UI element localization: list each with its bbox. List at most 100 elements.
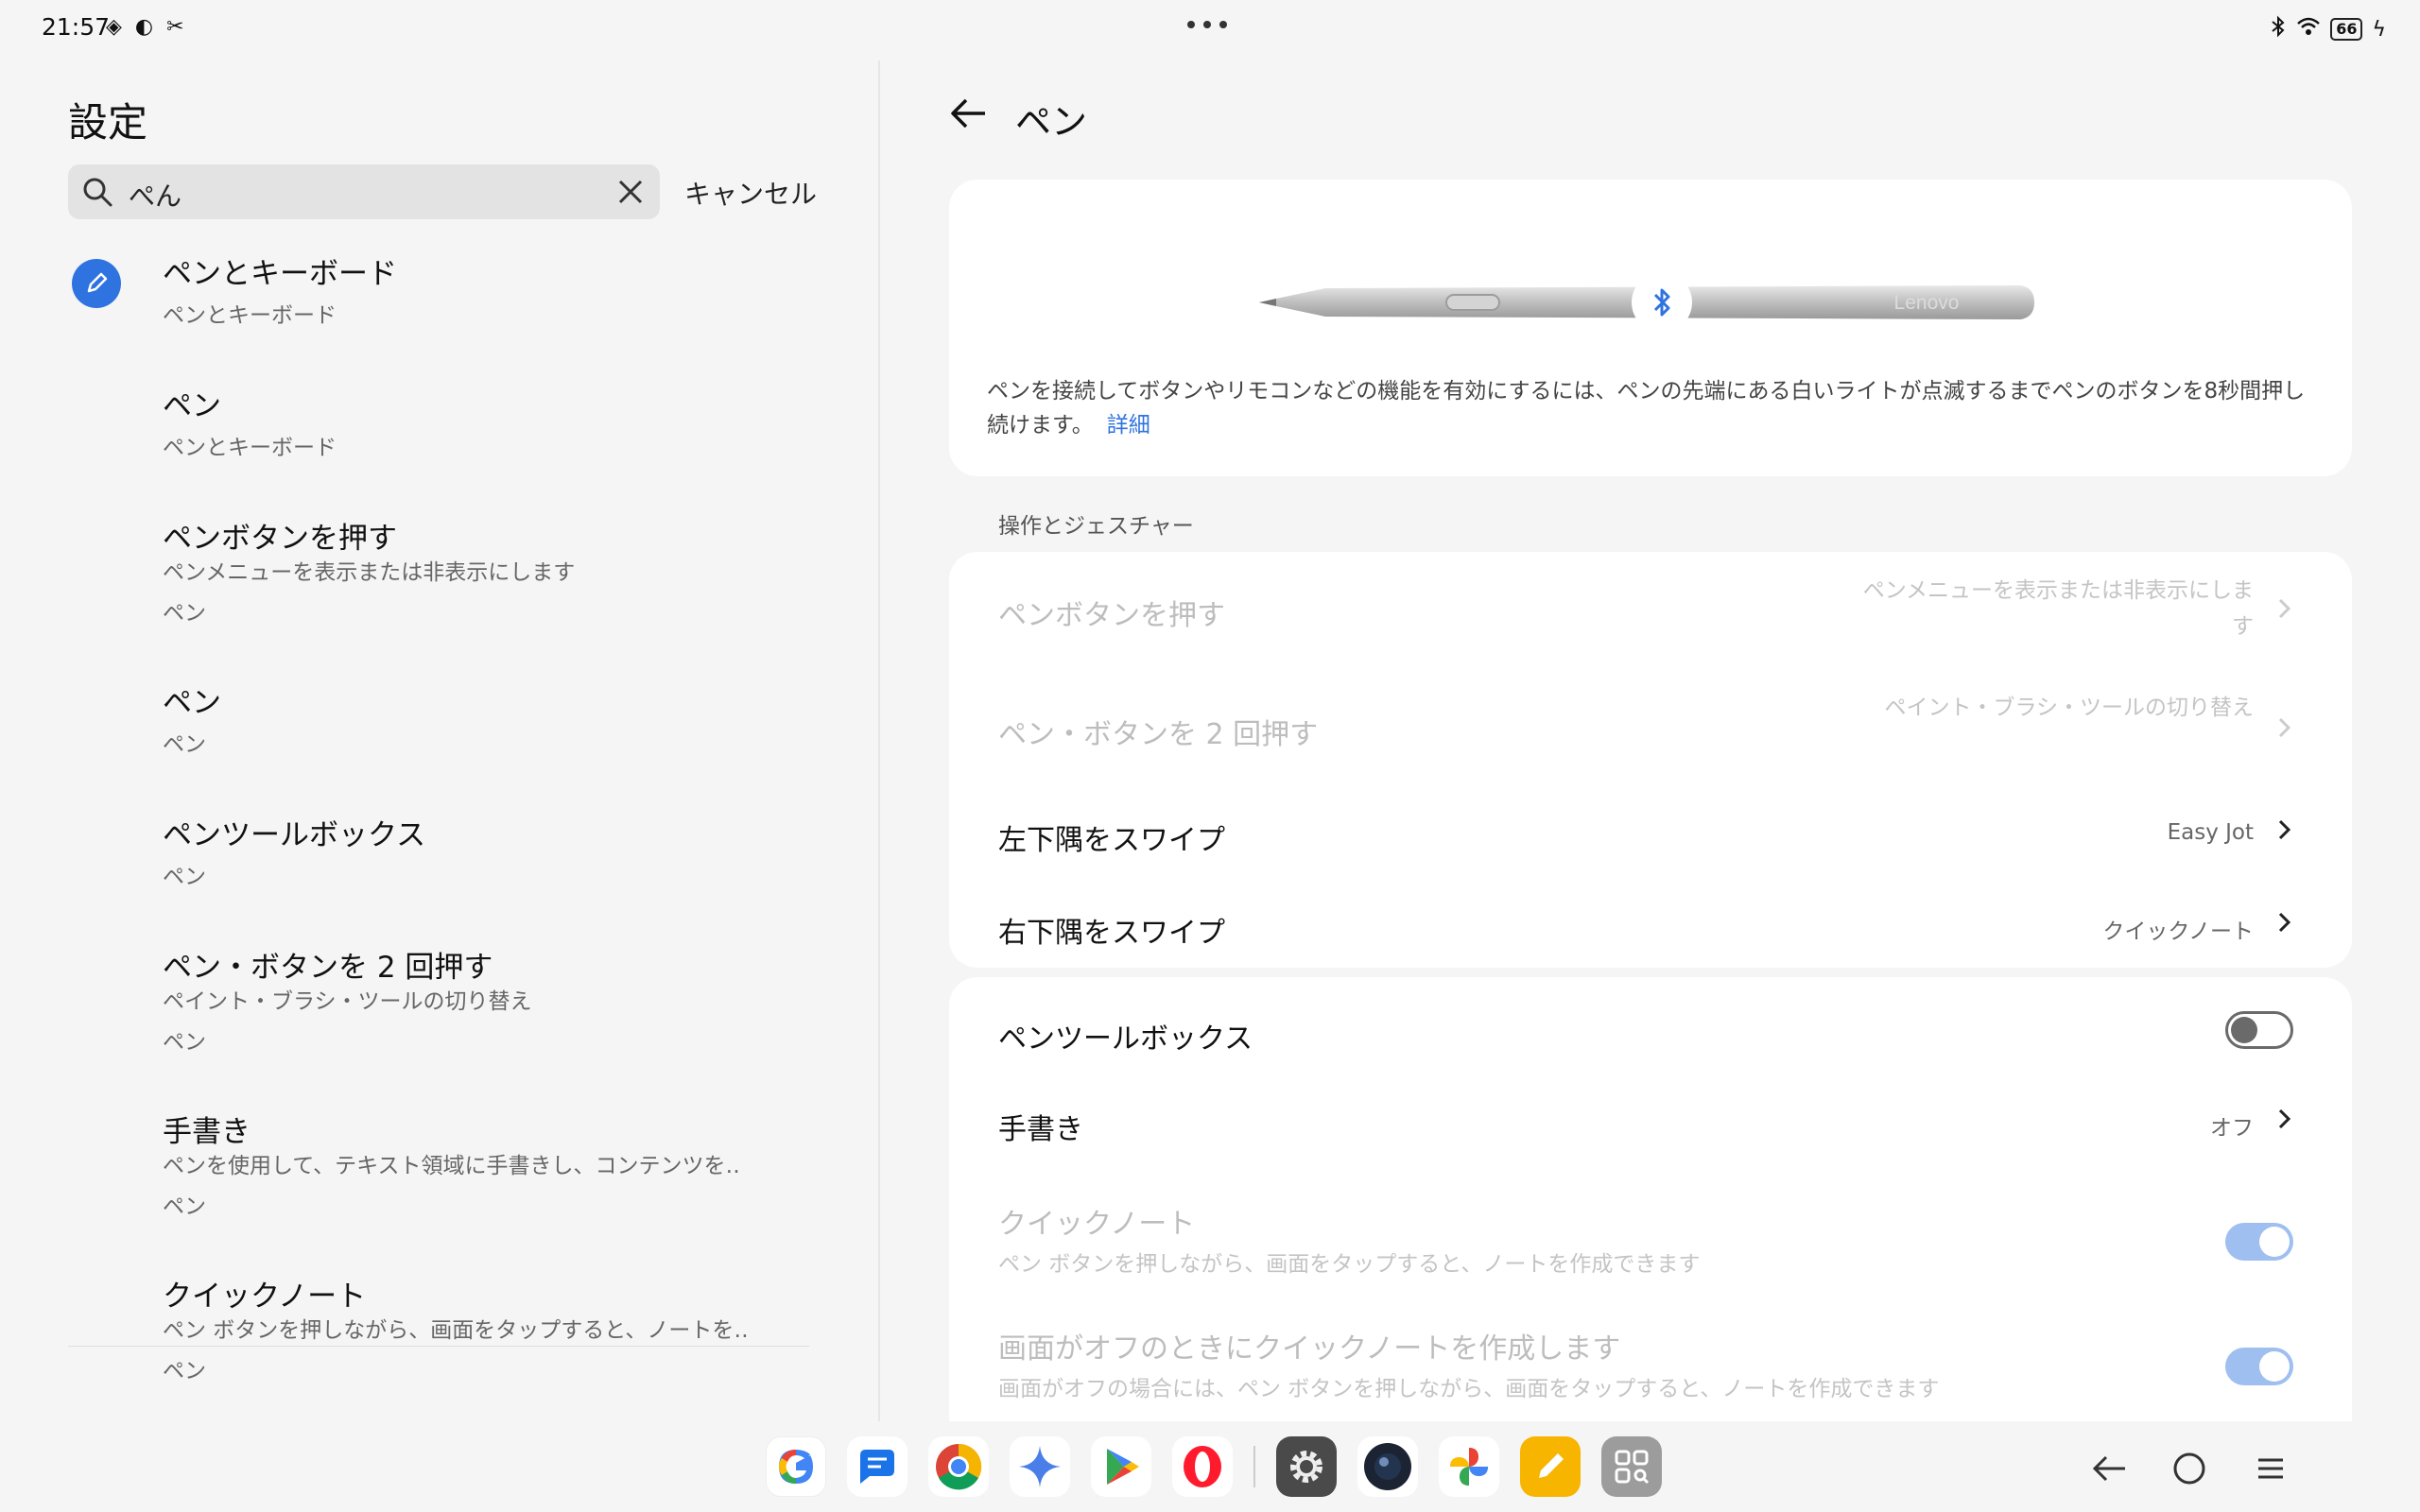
- result-subtitle: ペン ボタンを押しながら、画面をタップすると、ノートを‥: [163, 1318, 749, 1343]
- result-path: ペン: [163, 1194, 206, 1219]
- google-app-icon[interactable]: [766, 1436, 826, 1497]
- battery-icon: 66: [2330, 18, 2363, 41]
- photos-app-icon[interactable]: [1439, 1436, 1499, 1497]
- setting-row-quick-note: クイックノート ペン ボタンを押しながら、画面をタップすると、ノートを作成できま…: [949, 1160, 2352, 1283]
- result-path: ペン: [163, 601, 206, 626]
- setting-row-press-pen-button: ペンボタンを押す ペンメニューを表示または非表示にします: [949, 552, 2352, 665]
- quick-note-toggle: [2225, 1223, 2293, 1261]
- recents-nav-icon[interactable]: [2252, 1450, 2290, 1487]
- row-subtitle: 画面がオフの場合には、ペン ボタンを押しながら、画面をタップすると、ノートを作成…: [998, 1377, 1940, 1401]
- gestures-card: ペンボタンを押す ペンメニューを表示または非表示にします ペン・ボタンを 2 回…: [949, 552, 2352, 968]
- result-title: ペン・ボタンを 2 回押す: [163, 951, 493, 985]
- search-input[interactable]: ぺん: [68, 164, 660, 219]
- search-result-item[interactable]: クイックノート ペン ボタンを押しながら、画面をタップすると、ノートを‥ ペン: [68, 1272, 815, 1404]
- settings-app-icon[interactable]: [1276, 1436, 1337, 1497]
- result-title: クイックノート: [163, 1280, 367, 1314]
- result-title: ペンツールボックス: [163, 818, 426, 852]
- pen-settings-pane: ペン Lenovo ペンを接続してボタンやリモコンなどの機能を有効にするには、ペ…: [881, 60, 2420, 1421]
- pane-divider: [878, 60, 880, 1421]
- row-label: ペンボタンを押す: [998, 599, 1225, 632]
- messages-app-icon[interactable]: [847, 1436, 908, 1497]
- setting-row-double-press: ペン・ボタンを 2 回押す ペイント・ブラシ・ツールの切り替え: [949, 665, 2352, 779]
- pen-illustration: Lenovo: [1259, 272, 2034, 333]
- search-result-item[interactable]: ペン ペン: [68, 679, 815, 782]
- search-result-item[interactable]: 手書き ペンを使用して、テキスト領域に手書きし、コンテンツを‥ ペン: [68, 1108, 815, 1240]
- taskbar: [0, 1421, 2420, 1512]
- result-path: ペン: [163, 1359, 206, 1383]
- chevron-right-icon: [2278, 598, 2291, 619]
- search-value[interactable]: ぺん: [129, 176, 182, 214]
- search-result-item[interactable]: ペンとキーボード ペンとキーボード: [68, 249, 815, 353]
- status-system-icons: 66 ϟ: [2270, 15, 2386, 43]
- diamond-notification-icon: ◈: [106, 15, 122, 39]
- result-subtitle: ペンを使用して、テキスト領域に手書きし、コンテンツを‥: [163, 1154, 740, 1178]
- result-subtitle: ペンとキーボード: [163, 303, 337, 328]
- notes-app-icon[interactable]: [1520, 1436, 1581, 1497]
- play-store-app-icon[interactable]: [1091, 1436, 1151, 1497]
- gemini-app-icon[interactable]: [1010, 1436, 1070, 1497]
- chevron-right-icon: [2278, 912, 2291, 933]
- result-title: ペンボタンを押す: [163, 522, 397, 556]
- pen-category-icon: [72, 259, 121, 308]
- result-subtitle: ペイント・ブラシ・ツールの切り替え: [163, 989, 532, 1014]
- clear-search-icon[interactable]: [614, 176, 647, 208]
- result-path: ペン: [163, 1030, 206, 1055]
- row-value: クイックノート: [2102, 919, 2254, 944]
- status-notification-icons: ◈ ◐ ✂: [106, 15, 184, 39]
- wifi-status-icon: [2296, 16, 2321, 43]
- screen-off-quick-note-toggle: [2225, 1348, 2293, 1385]
- search-result-item[interactable]: ペンツールボックス ペン: [68, 811, 815, 915]
- description-text: ペンを接続してボタンやリモコンなどの機能を有効にするには、ペンの先端にある白いラ…: [987, 379, 2306, 438]
- more-dots-icon[interactable]: [1187, 21, 1227, 28]
- status-bar: 21:57 ◈ ◐ ✂ 66 ϟ: [0, 0, 2420, 60]
- result-title: ペン: [163, 389, 221, 423]
- result-title: ペン: [163, 686, 221, 720]
- gesture-notification-icon: ◐: [134, 15, 154, 39]
- chevron-right-icon: [2278, 819, 2291, 840]
- result-title: 手書き: [163, 1115, 251, 1149]
- app-library-icon[interactable]: [1601, 1436, 1662, 1497]
- back-arrow-icon[interactable]: [947, 93, 989, 134]
- row-subtitle: ペン ボタンを押しながら、画面をタップすると、ノートを作成できます: [998, 1252, 1701, 1277]
- row-label: クイックノート: [998, 1208, 1196, 1241]
- details-link[interactable]: 詳細: [1107, 413, 1150, 438]
- bluetooth-status-icon: [2270, 15, 2287, 43]
- row-value: Easy Jot: [2167, 820, 2254, 845]
- row-value: オフ: [2210, 1116, 2254, 1141]
- row-value: ペイント・ブラシ・ツールの切り替え: [1884, 696, 2254, 720]
- row-label: ペンツールボックス: [998, 1022, 1253, 1056]
- back-nav-icon[interactable]: [2091, 1450, 2129, 1487]
- chrome-app-icon[interactable]: [928, 1436, 989, 1497]
- row-label: 手書き: [998, 1113, 1083, 1146]
- cancel-button[interactable]: キャンセル: [684, 174, 817, 212]
- opera-app-icon[interactable]: [1172, 1436, 1233, 1497]
- section-header: 操作とジェスチャー: [998, 514, 1194, 539]
- pen-toolbox-toggle[interactable]: [2225, 1011, 2293, 1049]
- charging-icon: ϟ: [2372, 17, 2386, 42]
- result-path: ペン: [163, 732, 206, 757]
- search-result-item[interactable]: ペンボタンを押す ペンメニューを表示または非表示にします ペン: [68, 514, 815, 646]
- chevron-right-icon: [2278, 717, 2291, 738]
- search-result-item[interactable]: ペン・ボタンを 2 回押す ペイント・ブラシ・ツールの切り替え ペン: [68, 943, 815, 1075]
- row-label: ペン・ボタンを 2 回押す: [998, 718, 1319, 751]
- setting-row-handwriting[interactable]: 手書き オフ: [949, 1068, 2352, 1160]
- result-path: ペン: [163, 865, 206, 889]
- home-nav-icon[interactable]: [2170, 1450, 2208, 1487]
- pen-brand-text: Lenovo: [1894, 292, 1960, 314]
- result-subtitle: ペンとキーボード: [163, 436, 337, 460]
- setting-row-pen-toolbox[interactable]: ペンツールボックス: [949, 977, 2352, 1068]
- app-dock: [766, 1436, 1662, 1497]
- chevron-right-icon: [2278, 1108, 2291, 1129]
- search-icon: [83, 178, 112, 207]
- list-end-divider: [68, 1346, 809, 1347]
- pen-pairing-description: ペンを接続してボタンやリモコンなどの機能を有効にするには、ペンの先端にある白いラ…: [987, 374, 2310, 442]
- camera-app-icon[interactable]: [1357, 1436, 1418, 1497]
- dock-separator: [1253, 1446, 1255, 1487]
- setting-row-swipe-bottom-left[interactable]: 左下隅をスワイプ Easy Jot: [949, 779, 2352, 871]
- pen-tools-card: ペンツールボックス 手書き オフ クイックノート ペン ボタンを押しながら、画面…: [949, 977, 2352, 1421]
- row-label: 画面がオフのときにクイックノートを作成します: [998, 1332, 1621, 1366]
- status-time: 21:57: [42, 13, 111, 41]
- setting-row-swipe-bottom-right[interactable]: 右下隅をスワイプ クイックノート: [949, 871, 2352, 964]
- search-result-item[interactable]: ペン ペンとキーボード: [68, 382, 815, 486]
- row-value: ペンメニューを表示または非表示にします: [1862, 578, 2254, 639]
